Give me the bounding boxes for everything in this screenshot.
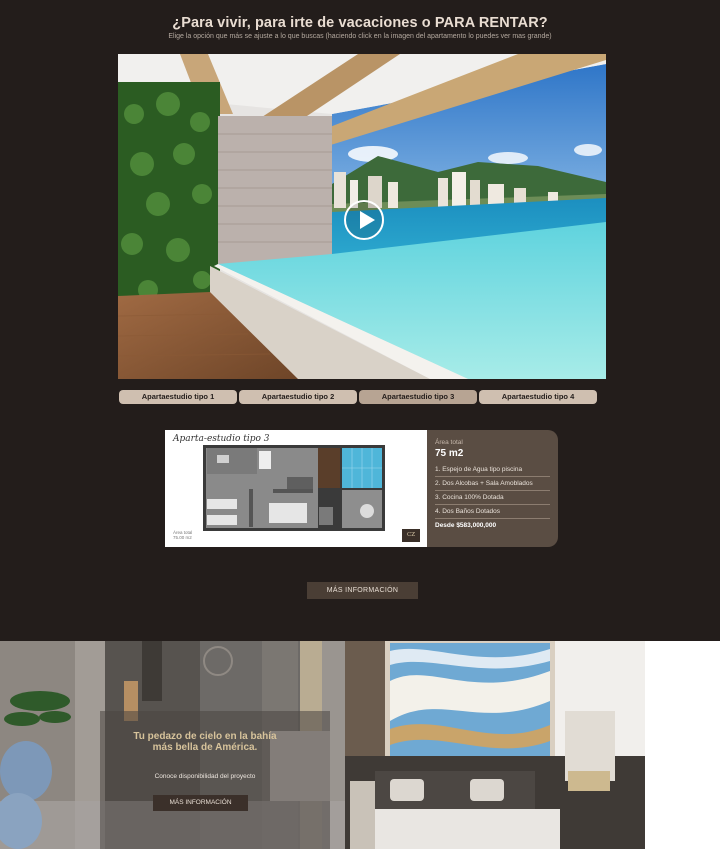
apartment-type-tabs: Apartaestudio tipo 1 Apartaestudio tipo … (119, 390, 597, 404)
feature-item: 3. Cocina 100% Dotada (435, 491, 550, 505)
area-value: 75 m2 (435, 448, 464, 459)
play-icon[interactable] (344, 200, 384, 240)
tab-apartaestudio-3[interactable]: Apartaestudio tipo 3 (359, 390, 477, 404)
interior-banner (0, 641, 720, 849)
pool-video-thumbnail[interactable] (118, 54, 606, 379)
floor-plan-footnote: Área total 75.00 m2 (173, 530, 192, 540)
section-title: ¿Para vivir, para irte de vacaciones o P… (172, 15, 548, 31)
feature-item: 1. Espejo de Agua tipo piscina (435, 463, 550, 477)
floor-plan-title: Aparta-estudio tipo 3 (173, 434, 270, 444)
price-text: Desde $583,000,000 (435, 522, 497, 529)
tab-apartaestudio-2[interactable]: Apartaestudio tipo 2 (239, 390, 357, 404)
page: { "header": { "title": "¿Para vivir, par… (0, 0, 720, 849)
section-subtitle: Elige la opción que más se ajuste a lo q… (168, 33, 552, 40)
brand-logo: CZ (402, 529, 420, 542)
promo-title: Tu pedazo de cielo en la bahía más bella… (133, 731, 277, 753)
more-info-button[interactable]: MÁS INFORMACIÓN (307, 582, 418, 599)
apartment-details: Área total 75 m2 1. Espejo de Agua tipo … (435, 437, 550, 533)
promo-subtitle: Conoce disponibilidad del proyecto (154, 773, 256, 780)
feature-item: 4. Dos Baños Dotados (435, 505, 550, 519)
floor-plan-footnote-value: 75.00 m2 (173, 535, 192, 540)
floor-plan-drawing (203, 445, 385, 531)
feature-item: 2. Dos Alcobas + Sala Amoblados (435, 477, 550, 491)
floor-plan-image[interactable]: Aparta-estudio tipo 3 Área total 75.00 m… (165, 430, 427, 547)
tab-apartaestudio-1[interactable]: Apartaestudio tipo 1 (119, 390, 237, 404)
promo-more-info-button[interactable]: MÁS INFORMACIÓN (153, 795, 248, 811)
area-label: Área total (435, 439, 463, 446)
tab-apartaestudio-4[interactable]: Apartaestudio tipo 4 (479, 390, 597, 404)
interior-image (0, 641, 720, 849)
